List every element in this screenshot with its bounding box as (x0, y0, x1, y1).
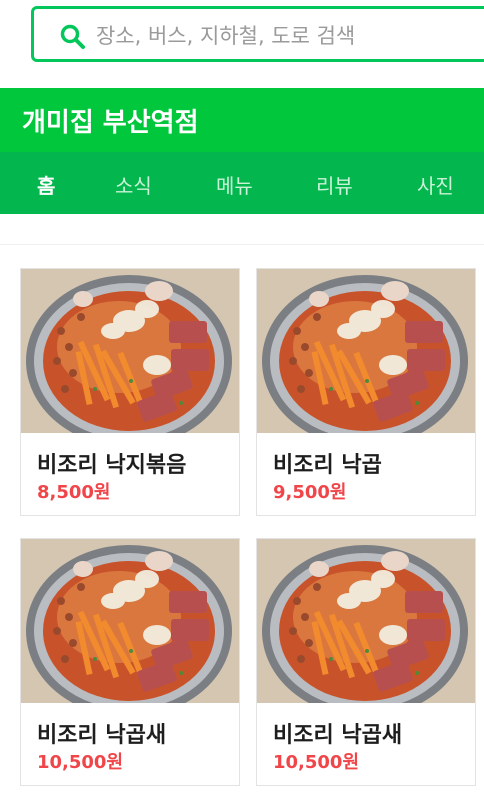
menu-card[interactable]: 비조리 낙지볶음 8,500원 (20, 268, 240, 516)
tab-menu[interactable]: 메뉴 (216, 170, 253, 199)
menu-image (21, 539, 239, 703)
menu-name: 비조리 낙곱새 (273, 723, 403, 748)
menu-image (257, 269, 475, 433)
search-icon[interactable] (60, 24, 86, 50)
menu-name: 비조리 낙곱새 (37, 723, 167, 748)
search-box[interactable] (31, 6, 484, 62)
menu-image (21, 269, 239, 433)
menu-card[interactable]: 비조리 낙곱새 10,500원 (20, 538, 240, 786)
menu-card[interactable]: 비조리 낙곱 9,500원 (256, 268, 476, 516)
menu-name: 비조리 낙지볶음 (37, 453, 187, 478)
tab-photo[interactable]: 사진 (417, 170, 454, 199)
menu-image (257, 539, 475, 703)
menu-section-header (0, 214, 484, 245)
menu-card[interactable]: 비조리 낙곱새 10,500원 (256, 538, 476, 786)
tab-review[interactable]: 리뷰 (316, 170, 353, 199)
menu-price: 10,500원 (37, 752, 124, 773)
place-title: 개미집 부산역점 (22, 108, 199, 138)
search-input[interactable] (94, 18, 478, 54)
tab-bar: 홈 소식 메뉴 리뷰 사진 (0, 152, 484, 214)
tab-news[interactable]: 소식 (115, 170, 152, 199)
place-header: 개미집 부산역점 (0, 88, 484, 152)
menu-name: 비조리 낙곱 (273, 453, 382, 478)
menu-price: 9,500원 (273, 482, 347, 503)
tab-home[interactable]: 홈 (37, 170, 55, 199)
search-area (0, 0, 484, 88)
menu-price: 8,500원 (37, 482, 111, 503)
menu-price: 10,500원 (273, 752, 360, 773)
